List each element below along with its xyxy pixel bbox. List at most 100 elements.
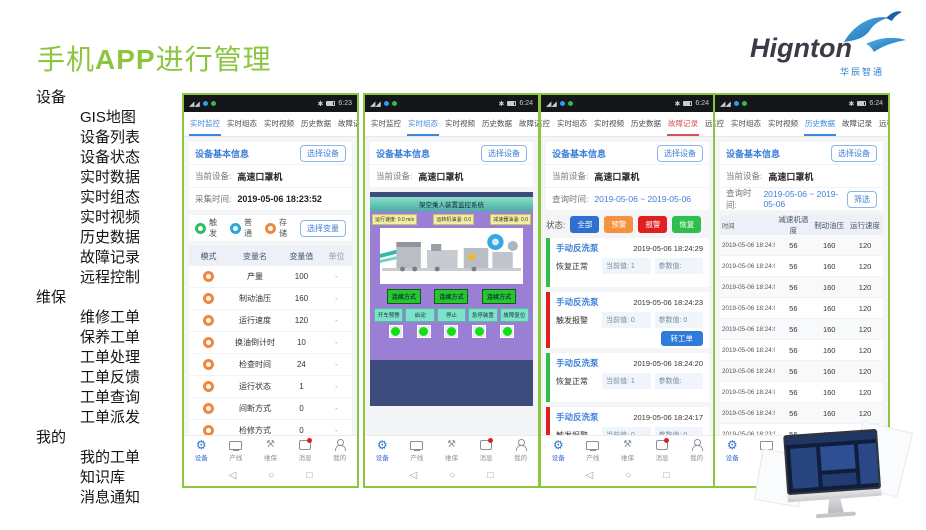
notification-dot-icon (742, 101, 747, 106)
alarm-card[interactable]: 手动反洗泵 2019-05-06 18:24:29 恢复正常 当前值: 1 参数… (546, 238, 709, 287)
tab[interactable]: 故障记录 (337, 112, 357, 136)
tab[interactable]: 历史数据 (481, 112, 513, 136)
status-filter-button[interactable]: 全部 (570, 216, 599, 233)
outline-row: 实时组态 (80, 188, 140, 208)
tab[interactable]: 实时监控 (541, 112, 551, 136)
android-nav: ◁ ○ □ (365, 465, 538, 486)
control-button[interactable]: 启动 (405, 308, 434, 322)
table-row: 2019-05-06 18:24:06 56 160 120 (720, 277, 883, 298)
collect-time: 2019-05-06 18:23:52 (237, 194, 322, 204)
nav-item[interactable]: 我的 (679, 439, 714, 462)
nav-item[interactable]: 消息 (469, 439, 504, 462)
nav-icon (514, 439, 528, 451)
tab[interactable]: 实时视频 (444, 112, 476, 136)
android-nav-button[interactable]: □ (306, 470, 312, 481)
android-nav-button[interactable]: ○ (268, 470, 274, 481)
nav-item[interactable]: 消息 (645, 439, 680, 462)
device-label: 当前设备: (195, 170, 231, 182)
nav-item[interactable]: 设备 (715, 439, 750, 462)
select-device-button[interactable]: 选择设备 (300, 145, 346, 162)
select-device-button[interactable]: 选择设备 (657, 145, 703, 162)
query-time-range[interactable]: 2019-05-06 ~ 2019-05-06 (763, 189, 847, 209)
nav-item[interactable]: 产线 (400, 439, 435, 462)
history-table: 时间减速机温度 制动油压运行速度 2019-05-06 18:24:08 56 … (720, 215, 883, 435)
nav-item[interactable]: 设备 (184, 439, 219, 462)
tab[interactable]: 实时组态 (407, 112, 439, 136)
outline-row: 我的工单 (80, 448, 140, 468)
nav-item[interactable]: 维保 (610, 439, 645, 462)
variable-value: 24 (282, 360, 321, 369)
alarm-card[interactable]: 手动反洗泵 2019-05-06 18:24:20 恢复正常 当前值: 1 参数… (546, 353, 709, 402)
tab[interactable]: 实时监控 (189, 112, 221, 136)
tab[interactable]: 实时组态 (556, 112, 588, 136)
control-button[interactable]: 急停装置 (468, 308, 497, 322)
tab[interactable]: 历史数据 (630, 112, 662, 136)
select-device-button[interactable]: 选择设备 (481, 145, 527, 162)
android-nav-button[interactable]: □ (487, 470, 493, 481)
outline-row: 工单查询 (80, 388, 140, 408)
tab[interactable]: 远程控制 (878, 112, 888, 136)
control-button[interactable]: 停止 (437, 308, 466, 322)
nav-item[interactable]: 维保 (434, 439, 469, 462)
tab[interactable]: 故障记录 (518, 112, 538, 136)
alarm-state: 触发报警 (556, 315, 598, 326)
tab[interactable]: 实时组态 (226, 112, 258, 136)
tab[interactable]: 故障记录 (667, 112, 699, 136)
desktop-monitor-illustration (758, 426, 908, 530)
notification-dot-icon (203, 101, 208, 106)
android-nav-button[interactable]: ◁ (586, 470, 594, 481)
nav-item[interactable]: 维保 (253, 439, 288, 462)
outline-row: GIS地图 (80, 108, 140, 128)
alarm-icon: ✱ (318, 100, 324, 108)
gearbox-temp: 56 (775, 304, 811, 313)
tab[interactable]: 实时监控 (715, 112, 725, 136)
signal-icon: ◢◢ (370, 100, 381, 108)
nav-item[interactable]: 设备 (365, 439, 400, 462)
mode-button[interactable]: 连续方式 (482, 289, 516, 304)
android-nav-button[interactable]: ○ (449, 470, 455, 481)
query-time-range[interactable]: 2019-05-06 ~ 2019-05-06 (594, 194, 691, 204)
variable-value: 120 (282, 316, 321, 325)
alarm-card[interactable]: 手动反洗泵 2019-05-06 18:24:17 触发报警 当前值: 0 参数… (546, 407, 709, 435)
android-nav-button[interactable]: ○ (625, 470, 631, 481)
alarm-param-value: 参数值: (655, 373, 704, 389)
status-filter-button[interactable]: 预警 (604, 216, 633, 233)
tab[interactable]: 历史数据 (300, 112, 332, 136)
control-button[interactable]: 开车预警 (374, 308, 403, 322)
android-nav-button[interactable]: □ (663, 470, 669, 481)
gauge-readout: 减速器油温: 0.0 (490, 214, 531, 225)
alarm-icon: ✱ (499, 100, 505, 108)
outline-row: 设备 (36, 88, 140, 108)
android-nav-button[interactable]: ◁ (229, 470, 237, 481)
nav-item[interactable]: 消息 (288, 439, 323, 462)
outline-row: 历史数据 (80, 228, 140, 248)
tab[interactable]: 实时视频 (767, 112, 799, 136)
status-filter-button[interactable]: 报警 (638, 216, 667, 233)
nav-item[interactable]: 产线 (576, 439, 611, 462)
tab[interactable]: 实时视频 (593, 112, 625, 136)
to-workorder-button[interactable]: 转工单 (661, 331, 704, 346)
status-filter-button[interactable]: 恢复 (672, 216, 701, 233)
alarm-card[interactable]: 手动反洗泵 2019-05-06 18:24:23 触发报警 当前值: 0 参数… (546, 292, 709, 348)
select-device-button[interactable]: 选择设备 (831, 145, 877, 162)
tab[interactable]: 实时组态 (730, 112, 762, 136)
nav-item[interactable]: 产线 (219, 439, 254, 462)
run-speed: 120 (847, 262, 883, 271)
android-nav-button[interactable]: ◁ (410, 470, 418, 481)
nav-item[interactable]: 我的 (503, 439, 538, 462)
tab[interactable]: 故障记录 (841, 112, 873, 136)
mode-button[interactable]: 连续方式 (387, 289, 421, 304)
tab[interactable]: 实时监控 (370, 112, 402, 136)
mode-button[interactable]: 连续方式 (434, 289, 468, 304)
tab[interactable]: 历史数据 (804, 112, 836, 136)
select-variable-button[interactable]: 选择变量 (300, 220, 346, 237)
tab[interactable]: 实时视频 (263, 112, 295, 136)
nav-item[interactable]: 我的 (322, 439, 357, 462)
battery-icon (326, 101, 335, 106)
control-button[interactable]: 故障复位 (500, 308, 529, 322)
nav-item[interactable]: 设备 (541, 439, 576, 462)
alarm-variable-name: 手动反洗泵 (556, 411, 599, 423)
android-nav: ◁ ○ □ (541, 465, 714, 486)
filter-button[interactable]: 筛选 (847, 191, 877, 208)
nav-icon (229, 439, 243, 451)
